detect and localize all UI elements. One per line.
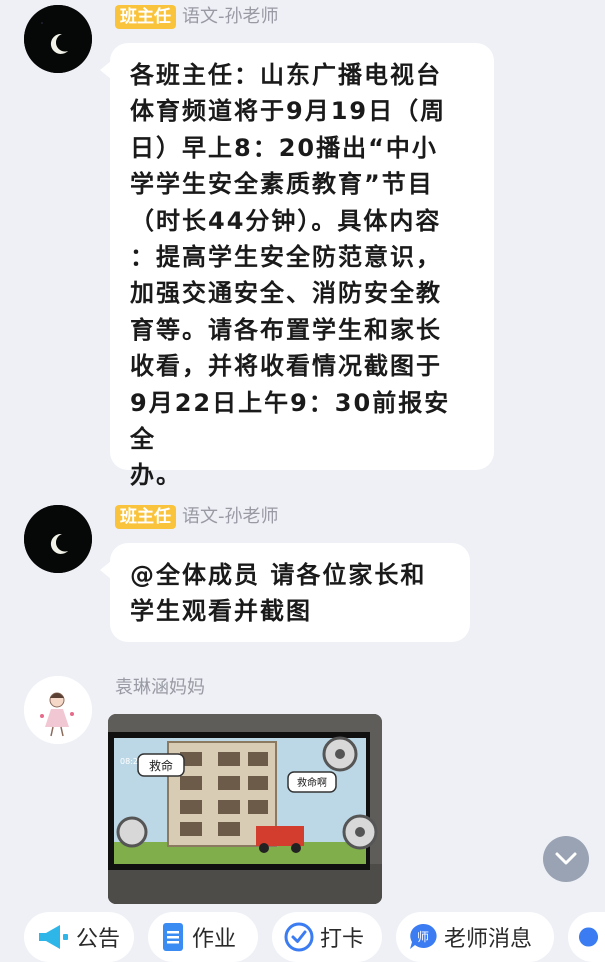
role-badge: 班主任 [115, 5, 176, 29]
message-meta: 班主任 语文-孙老师 [115, 5, 279, 29]
megaphone-icon [39, 925, 68, 949]
avatar[interactable] [24, 505, 92, 573]
scroll-to-bottom-button[interactable] [543, 836, 589, 882]
moon-avatar-icon [24, 5, 92, 73]
sender-name: 语文-孙老师 [182, 6, 279, 27]
message-line: 学生观看并截图 [130, 597, 312, 626]
more-icon [578, 927, 599, 947]
sender-name: 语文-孙老师 [182, 506, 279, 527]
toolbar-label: 打卡 [320, 927, 365, 952]
chevron-down-icon [555, 852, 577, 865]
announcement-button[interactable]: 公告 [24, 912, 134, 962]
message-meta: 袁琳涵妈妈 [115, 676, 205, 700]
message-line: 各班主任：山东广播电视台 [130, 61, 442, 89]
homework-button[interactable]: 作业 [148, 912, 258, 962]
message-meta: 班主任 语文-孙老师 [115, 505, 279, 529]
message-line: 收看，并将收看情况截图于 [130, 352, 442, 381]
message-bubble[interactable]: @全体成员 请各位家长和 学生观看并截图 [100, 543, 470, 642]
teacher-message-button[interactable]: 师 老师消息 [396, 912, 554, 962]
message-line: @全体成员 请各位家长和 [130, 561, 427, 589]
message-line: 加强交通安全、消防安全教 [130, 279, 442, 308]
toolbar-label: 老师消息 [444, 927, 533, 952]
moon-avatar-icon [24, 505, 92, 573]
toolbar-label: 作业 [192, 927, 237, 952]
bottom-toolbar: 公告 作业 打卡 师 老师消息 [0, 903, 605, 962]
game-button-text: 救命啊 [297, 776, 327, 789]
svg-text:师: 师 [417, 930, 429, 944]
message-line: 办。 [130, 461, 182, 490]
teacher-message-icon: 师 [410, 923, 437, 949]
sender-name: 袁琳涵妈妈 [115, 677, 205, 698]
message-line: 9月22日上午9：30前报安全 [130, 388, 451, 454]
toolbar-label: 公告 [76, 927, 121, 952]
girl-avatar-icon [24, 676, 92, 744]
tv-time-text: 08:21 [120, 757, 143, 766]
avatar[interactable] [24, 5, 92, 73]
check-circle-icon [284, 922, 314, 952]
shared-photo[interactable]: 救命 救命啊 08:21 [108, 714, 382, 904]
check-in-button[interactable]: 打卡 [272, 912, 382, 962]
message-line: ：提高学生安全防范意识， [130, 243, 442, 272]
tv-photo-image: 救命 救命啊 08:21 [108, 714, 382, 904]
message-line: 日）早上8：20播出“中小 [130, 133, 438, 162]
message-line: 学学生安全素质教育”节目 [130, 170, 434, 199]
message-line: 育等。请各布置学生和家长 [130, 315, 442, 344]
avatar[interactable] [24, 676, 92, 744]
more-toolbar-button[interactable] [568, 912, 605, 962]
role-badge: 班主任 [115, 505, 176, 529]
game-title-text: 救命 [149, 758, 173, 773]
message-bubble[interactable]: 各班主任：山东广播电视台 体育频道将于9月19日（周 日）早上8：20播出“中小… [100, 43, 494, 489]
message-line: （时长44分钟）。具体内容 [130, 206, 442, 235]
message-line: 体育频道将于9月19日（周 [130, 97, 447, 126]
document-icon [163, 923, 183, 951]
